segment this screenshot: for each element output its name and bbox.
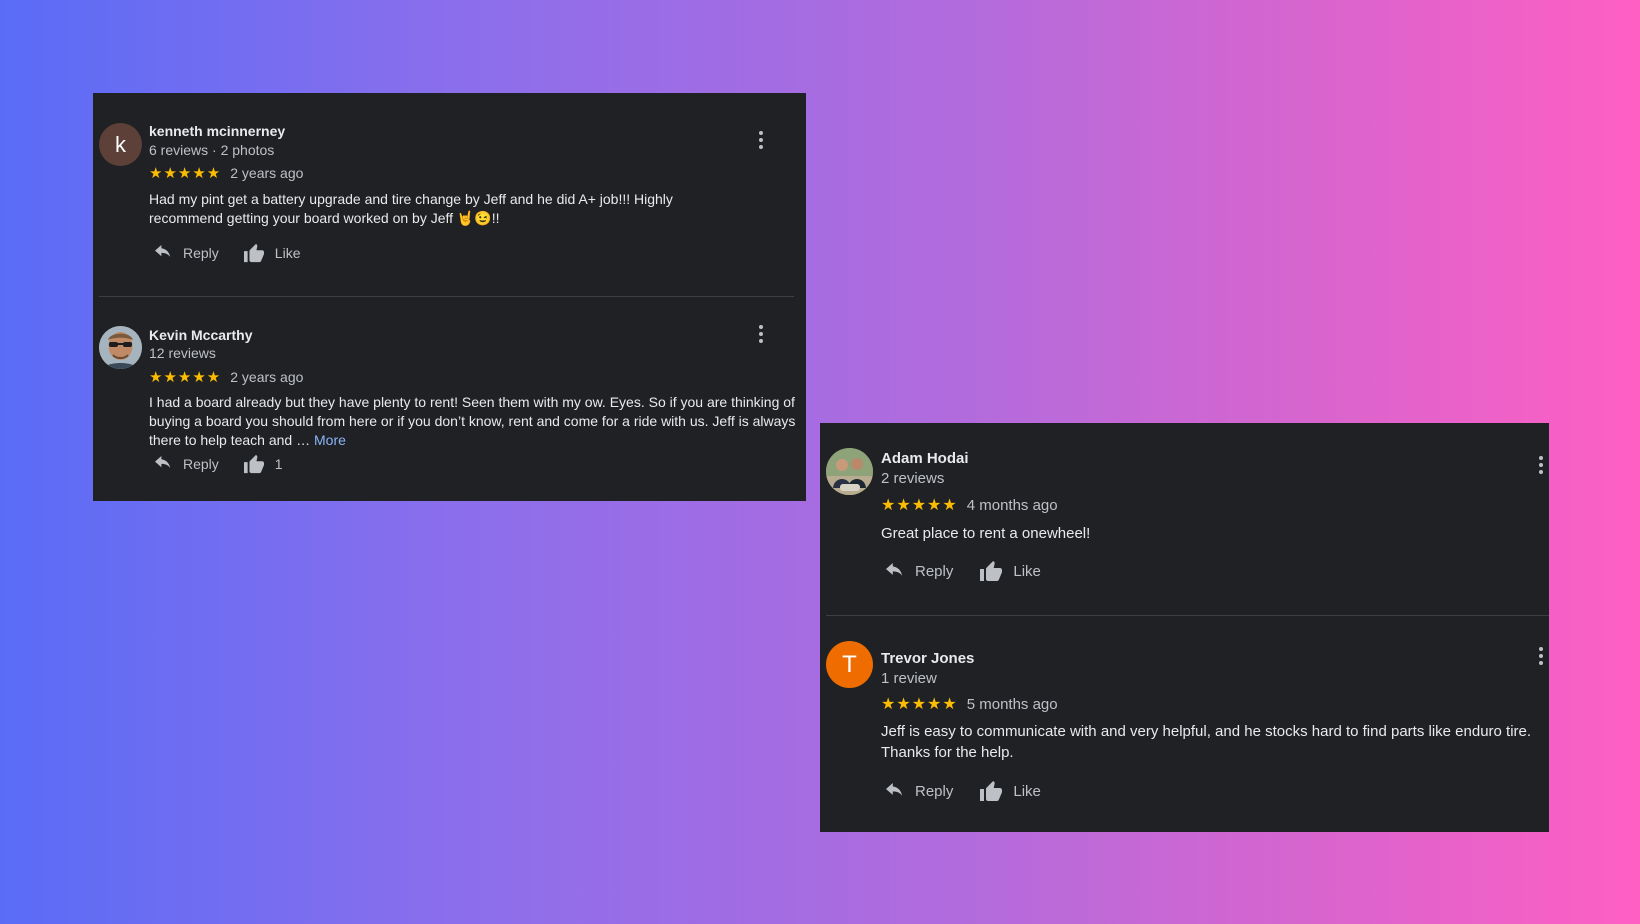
review-card: Adam Hodai 2 reviews ★★★★★ 4 months ago … [820,423,1549,615]
more-options-button[interactable] [1533,644,1549,668]
like-label: Like [1013,562,1041,580]
avatar-letter: T [842,650,857,678]
review-text-content: Had my pint get a battery upgrade and ti… [149,191,673,226]
thumbs-up-icon [243,454,264,474]
author-meta: 1 review [881,670,937,687]
review-card: Kevin Mccarthy 12 reviews ★★★★★ 2 years … [93,297,806,501]
review-time: 5 months ago [966,695,1058,713]
reply-icon [886,782,903,796]
reviews-panel-left: k kenneth mcinnerney 6 reviews · 2 photo… [93,93,806,501]
review-text: I had a board already but they have plen… [149,393,799,450]
review-actions: Reply 1 [153,454,283,474]
review-text-content: Jeff is easy to communicate with and ver… [881,723,1532,761]
review-text-content: I had a board already but they have plen… [149,394,796,448]
more-link[interactable]: More [314,432,346,448]
reply-label: Reply [915,782,954,800]
reply-button[interactable]: Reply [884,562,954,580]
like-button[interactable]: Like [979,780,1041,802]
star-rating: ★★★★★ [881,696,958,713]
reply-icon [155,456,171,468]
like-count: 1 [274,456,283,472]
reply-button[interactable]: Reply [884,782,954,800]
reply-button[interactable]: Reply [153,245,219,261]
review-text-content: Great place to rent a onewheel! [881,525,1091,542]
like-button[interactable]: Like [243,243,301,263]
rating-row: ★★★★★ 4 months ago [881,495,1058,515]
author-meta: 12 reviews [149,345,216,361]
rating-row: ★★★★★ 2 years ago [149,368,303,386]
more-options-button[interactable] [753,322,769,346]
review-text: Great place to rent a onewheel! [881,523,1521,544]
avatar-photo [826,448,873,495]
author-name[interactable]: Adam Hodai [881,450,969,467]
author-meta: 2 reviews [881,470,945,487]
star-rating: ★★★★★ [149,369,222,386]
rating-row: ★★★★★ 2 years ago [149,164,303,182]
avatar[interactable] [826,448,873,495]
thumbs-up-icon [980,561,1003,581]
thumbs-up-icon [243,243,264,263]
more-options-icon [759,131,763,135]
review-time: 4 months ago [966,496,1058,514]
review-text: Had my pint get a battery upgrade and ti… [149,190,749,228]
reply-button[interactable]: Reply [153,456,219,472]
like-button[interactable]: 1 [243,454,283,474]
avatar-photo [99,326,142,369]
more-options-button[interactable] [753,128,769,152]
more-options-icon [1539,456,1543,460]
more-options-icon [1539,647,1543,651]
review-card: k kenneth mcinnerney 6 reviews · 2 photo… [93,93,806,293]
thumbs-up-icon [980,781,1003,801]
star-rating: ★★★★★ [881,497,958,514]
more-options-icon [759,325,763,329]
review-actions: Reply Like [884,780,1041,802]
review-text: Jeff is easy to communicate with and ver… [881,721,1541,763]
avatar-letter: k [115,131,126,157]
reviews-panel-right: Adam Hodai 2 reviews ★★★★★ 4 months ago … [820,423,1549,832]
review-card: T Trevor Jones 1 review ★★★★★ 5 months a… [820,616,1549,832]
author-meta: 6 reviews · 2 photos [149,142,275,158]
like-button[interactable]: Like [979,560,1041,582]
like-label: Like [274,245,301,261]
more-options-button[interactable] [1533,453,1549,477]
reply-label: Reply [915,562,954,580]
reply-icon [886,562,903,576]
star-rating: ★★★★★ [149,165,222,182]
author-name[interactable]: Kevin Mccarthy [149,327,252,343]
reply-label: Reply [183,456,219,472]
author-name[interactable]: Trevor Jones [881,650,974,667]
review-time: 2 years ago [230,165,304,181]
author-name[interactable]: kenneth mcinnerney [149,123,285,139]
avatar[interactable] [99,326,142,369]
like-label: Like [1013,782,1041,800]
rating-row: ★★★★★ 5 months ago [881,694,1058,714]
avatar[interactable]: T [826,641,873,688]
reply-label: Reply [183,245,219,261]
review-actions: Reply Like [153,243,300,263]
reply-icon [155,245,171,257]
review-actions: Reply Like [884,560,1041,582]
avatar[interactable]: k [99,123,142,166]
review-time: 2 years ago [230,369,304,385]
